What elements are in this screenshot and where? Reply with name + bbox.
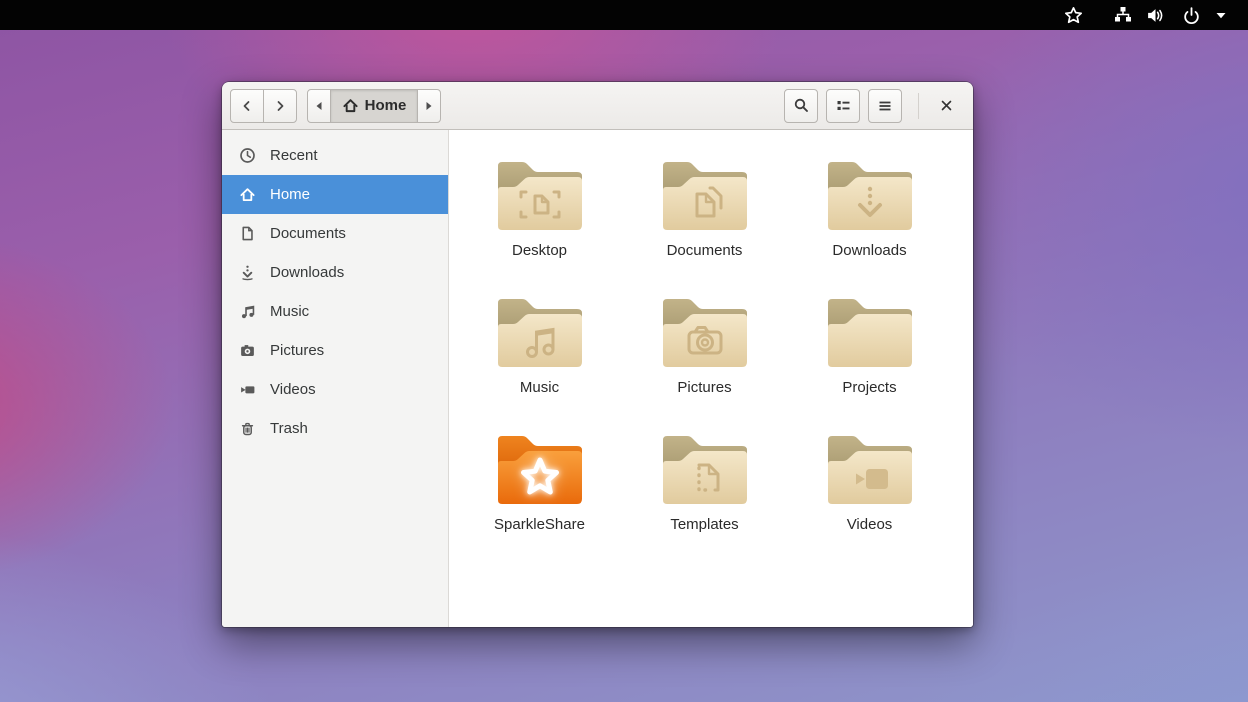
sidebar-item-label: Recent bbox=[270, 147, 318, 164]
folder-label: Music bbox=[520, 379, 559, 396]
recent-clock-icon bbox=[239, 147, 256, 164]
camera-icon bbox=[239, 342, 256, 359]
sidebar-item-home[interactable]: Home bbox=[222, 175, 448, 214]
folder-pictures[interactable]: Pictures bbox=[622, 291, 787, 428]
sidebar-item-label: Home bbox=[270, 186, 310, 203]
power-icon[interactable] bbox=[1178, 2, 1204, 28]
folder-downloads[interactable]: Downloads bbox=[787, 154, 952, 291]
folder-label: Projects bbox=[842, 379, 896, 396]
files-window: Home bbox=[222, 82, 973, 627]
titlebar[interactable]: Home bbox=[222, 82, 973, 130]
sidebar-item-pictures[interactable]: Pictures bbox=[222, 331, 448, 370]
folder-label: Documents bbox=[667, 242, 743, 259]
folder-label: Downloads bbox=[832, 242, 906, 259]
star-icon[interactable] bbox=[1060, 2, 1086, 28]
folder-templates[interactable]: Templates bbox=[622, 428, 787, 565]
trash-icon bbox=[239, 420, 256, 437]
list-view-button[interactable] bbox=[826, 89, 860, 123]
folder-grid: Desktop Documents bbox=[457, 154, 973, 565]
sidebar-item-recent[interactable]: Recent bbox=[222, 136, 448, 175]
volume-icon[interactable] bbox=[1142, 2, 1168, 28]
sidebar-item-label: Music bbox=[270, 303, 309, 320]
sidebar-item-documents[interactable]: Documents bbox=[222, 214, 448, 253]
folder-documents[interactable]: Documents bbox=[622, 154, 787, 291]
folder-label: Templates bbox=[670, 516, 738, 533]
video-camera-icon bbox=[239, 381, 256, 398]
path-bar: Home bbox=[307, 89, 441, 123]
location-button-home[interactable]: Home bbox=[330, 89, 418, 123]
history-nav bbox=[230, 89, 297, 123]
sidebar: Recent Home Documents bbox=[222, 130, 449, 627]
search-button[interactable] bbox=[784, 89, 818, 123]
close-button[interactable] bbox=[931, 91, 961, 121]
sidebar-item-label: Documents bbox=[270, 225, 346, 242]
sidebar-item-label: Downloads bbox=[270, 264, 344, 281]
sidebar-item-music[interactable]: Music bbox=[222, 292, 448, 331]
network-icon[interactable] bbox=[1110, 2, 1136, 28]
back-button[interactable] bbox=[230, 89, 264, 123]
download-icon bbox=[239, 264, 256, 281]
location-label: Home bbox=[365, 97, 407, 114]
sidebar-item-label: Videos bbox=[270, 381, 316, 398]
sidebar-item-videos[interactable]: Videos bbox=[222, 370, 448, 409]
chevron-down-icon[interactable] bbox=[1208, 2, 1234, 28]
file-view[interactable]: Desktop Documents bbox=[449, 130, 973, 627]
folder-desktop[interactable]: Desktop bbox=[457, 154, 622, 291]
forward-button[interactable] bbox=[263, 89, 297, 123]
music-note-icon bbox=[239, 303, 256, 320]
home-icon bbox=[342, 97, 359, 114]
folder-videos[interactable]: Videos bbox=[787, 428, 952, 565]
sidebar-item-label: Pictures bbox=[270, 342, 324, 359]
titlebar-actions bbox=[784, 89, 961, 123]
menu-button[interactable] bbox=[868, 89, 902, 123]
desktop: Home bbox=[0, 0, 1248, 702]
sidebar-item-label: Trash bbox=[270, 420, 308, 437]
folder-projects[interactable]: Projects bbox=[787, 291, 952, 428]
titlebar-divider bbox=[918, 93, 919, 119]
path-next-button[interactable] bbox=[417, 89, 441, 123]
top-panel bbox=[0, 0, 1248, 30]
sidebar-item-trash[interactable]: Trash bbox=[222, 409, 448, 448]
home-icon bbox=[239, 186, 256, 203]
folder-label: Desktop bbox=[512, 242, 567, 259]
folder-music[interactable]: Music bbox=[457, 291, 622, 428]
document-icon bbox=[239, 225, 256, 242]
sidebar-item-downloads[interactable]: Downloads bbox=[222, 253, 448, 292]
folder-label: Videos bbox=[847, 516, 893, 533]
path-prev-button[interactable] bbox=[307, 89, 331, 123]
folder-sparkleshare[interactable]: SparkleShare bbox=[457, 428, 622, 565]
folder-label: SparkleShare bbox=[494, 516, 585, 533]
folder-label: Pictures bbox=[677, 379, 731, 396]
